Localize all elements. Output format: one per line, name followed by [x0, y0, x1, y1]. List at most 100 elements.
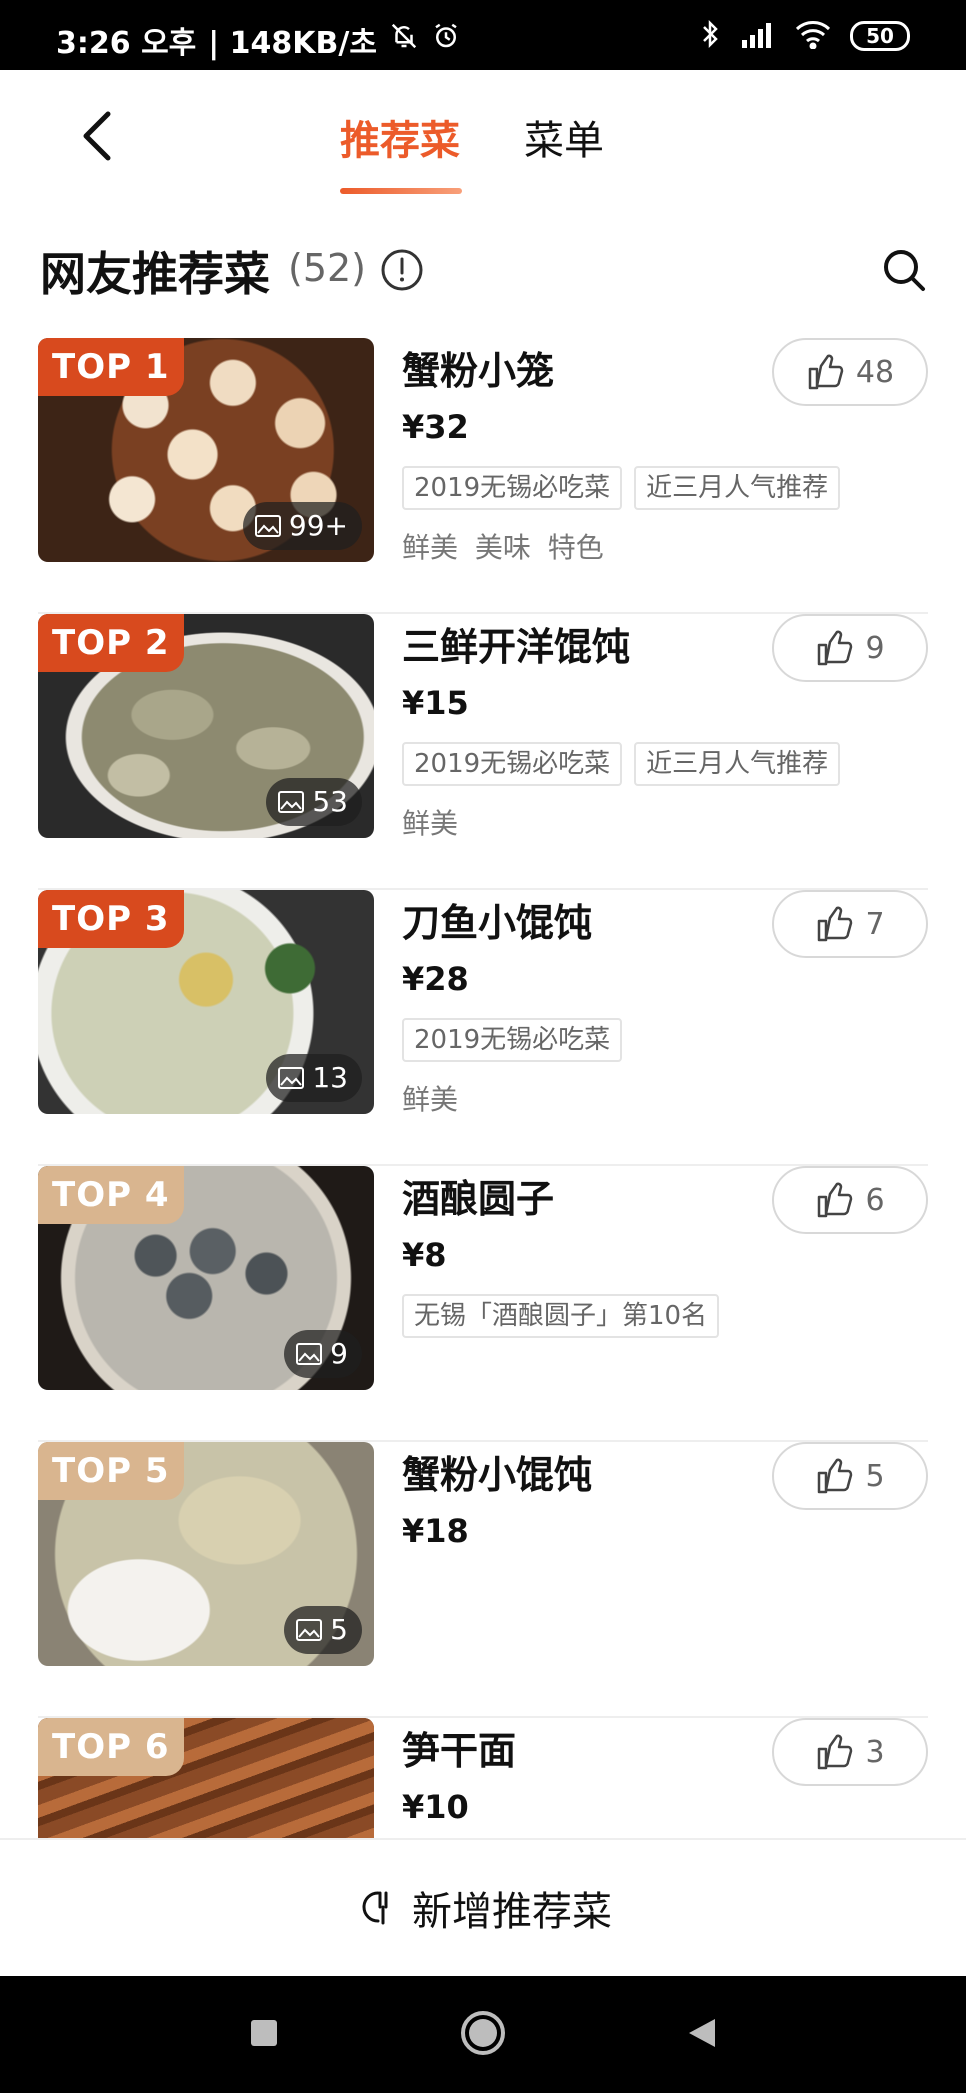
status-right: 50	[698, 18, 910, 54]
dish-photo[interactable]: TOP 3 13	[38, 890, 374, 1114]
dish-description: 鲜美	[402, 1083, 459, 1116]
dish-price: ¥32	[402, 408, 469, 446]
thumbs-up-icon	[818, 1734, 853, 1770]
photo-count: 99+	[288, 509, 348, 542]
dish-name[interactable]: 笋干面	[402, 1720, 516, 1775]
back-button[interactable]	[70, 106, 130, 166]
dish-name[interactable]: 刀鱼小馄饨	[402, 892, 592, 947]
image-icon	[296, 1343, 323, 1365]
section-header: 网友推荐菜 (52)	[0, 228, 966, 308]
image-icon	[278, 1067, 305, 1089]
tag: 无锡「酒酿圆子」第10名	[402, 1294, 720, 1338]
dish-name[interactable]: 三鲜开洋馄饨	[402, 616, 630, 671]
like-count: 5	[865, 1458, 885, 1494]
info-icon[interactable]	[380, 248, 424, 292]
tag-list: 无锡「酒酿圆子」第10名	[402, 1294, 720, 1338]
tab-recommended[interactable]: 推荐菜	[340, 108, 460, 166]
tag-list: 2019无锡必吃菜 近三月人气推荐	[402, 742, 841, 786]
nav-recent-button[interactable]	[249, 2018, 279, 2052]
like-count: 9	[865, 630, 885, 666]
like-button[interactable]: 48	[772, 338, 928, 406]
like-button[interactable]: 3	[772, 1718, 928, 1786]
dish-name[interactable]: 蟹粉小笼	[402, 340, 554, 395]
add-recommendation-label: 新增推荐菜	[412, 1889, 612, 1935]
tab-menu[interactable]: 菜单	[524, 108, 604, 166]
wifi-icon	[794, 19, 832, 53]
tab-active-indicator	[340, 188, 462, 194]
photo-count-badge: 13	[266, 1054, 362, 1102]
dish-price: ¥18	[402, 1512, 469, 1550]
like-button[interactable]: 9	[772, 614, 928, 682]
dish-description: 鲜美 美味 特色	[402, 531, 604, 564]
dish-price: ¥8	[402, 1236, 447, 1274]
dish-price: ¥28	[402, 960, 469, 998]
photo-count-badge: 99+	[242, 502, 362, 550]
alarm-icon	[431, 21, 461, 59]
rank-badge: TOP 3	[38, 890, 184, 948]
system-nav-bar	[0, 1976, 966, 2093]
dish-photo[interactable]: TOP 5 5	[38, 1442, 374, 1666]
nav-back-icon	[689, 2018, 715, 2047]
dish-price: ¥15	[402, 684, 469, 722]
photo-count-badge: 9	[284, 1330, 362, 1378]
like-count: 3	[865, 1734, 885, 1770]
add-recommendation-button[interactable]: 新增推荐菜	[0, 1838, 966, 1976]
tag-list: 2019无锡必吃菜 近三月人气推荐	[402, 466, 841, 510]
like-count: 48	[855, 354, 895, 390]
dish-row[interactable]: TOP 2 53 三鲜开洋馄饨 ¥15 2019无锡必吃菜 近三月人气推荐 鲜美…	[38, 614, 928, 890]
dish-photo[interactable]: TOP 2 53	[38, 614, 374, 838]
section-title: 网友推荐菜	[40, 247, 270, 301]
dish-row[interactable]: TOP 5 5 蟹粉小馄饨 ¥18 5	[38, 1442, 928, 1718]
tag: 2019无锡必吃菜	[402, 466, 623, 510]
thumbs-up-icon	[818, 1182, 853, 1218]
tag: 近三月人气推荐	[634, 466, 841, 510]
nav-home-button[interactable]	[459, 2009, 507, 2061]
dish-row[interactable]: TOP 1 99+ 蟹粉小笼 ¥32 2019无锡必吃菜 近三月人气推荐 鲜美 …	[38, 338, 928, 614]
photo-count: 5	[330, 1613, 348, 1646]
nav-back-button[interactable]	[687, 2017, 717, 2053]
section-count: (52)	[288, 246, 367, 290]
dish-name[interactable]: 酒酿圆子	[402, 1168, 554, 1223]
nav-recent-icon	[251, 2019, 277, 2046]
status-bar: 3:26 오후 | 148KB/초 50	[0, 0, 966, 70]
like-count: 6	[865, 1182, 885, 1218]
bluetooth-icon	[698, 18, 722, 54]
photo-count: 9	[330, 1337, 348, 1370]
photo-count-badge: 5	[284, 1606, 362, 1654]
tag-list: 2019无锡必吃菜	[402, 1018, 623, 1062]
header: 推荐菜 菜单	[0, 70, 966, 200]
rank-badge: TOP 6	[38, 1718, 184, 1776]
photo-count: 53	[312, 785, 348, 818]
dish-name[interactable]: 蟹粉小馄饨	[402, 1444, 592, 1499]
rank-badge: TOP 4	[38, 1166, 184, 1224]
like-count: 7	[865, 906, 885, 942]
tag: 近三月人气推荐	[634, 742, 841, 786]
thumbs-up-icon	[808, 354, 844, 390]
dish-photo[interactable]: TOP 1 99+	[38, 338, 374, 562]
add-dish-icon	[362, 1891, 388, 1925]
nav-home-icon	[461, 2010, 505, 2055]
status-time: 3:26 오후	[56, 26, 197, 61]
rank-badge: TOP 5	[38, 1442, 184, 1500]
tag: 2019无锡必吃菜	[402, 1018, 623, 1062]
tag: 2019无锡必吃菜	[402, 742, 623, 786]
image-icon	[254, 515, 281, 537]
thumbs-up-icon	[818, 1458, 853, 1494]
status-left: 3:26 오후 | 148KB/초	[56, 18, 461, 62]
dish-photo[interactable]: TOP 4 9	[38, 1166, 374, 1390]
signal-icon	[740, 20, 776, 52]
like-button[interactable]: 5	[772, 1442, 928, 1510]
thumbs-up-icon	[818, 906, 853, 942]
photo-count-badge: 53	[266, 778, 362, 826]
like-button[interactable]: 6	[772, 1166, 928, 1234]
image-icon	[278, 791, 305, 813]
search-icon[interactable]	[880, 246, 928, 294]
dish-row[interactable]: TOP 4 9 酒酿圆子 ¥8 无锡「酒酿圆子」第10名 6	[38, 1166, 928, 1442]
dish-description: 鲜美	[402, 807, 459, 840]
rank-badge: TOP 1	[38, 338, 184, 396]
photo-count: 13	[312, 1061, 348, 1094]
dish-list: TOP 1 99+ 蟹粉小笼 ¥32 2019无锡必吃菜 近三月人气推荐 鲜美 …	[0, 338, 966, 1994]
image-icon	[296, 1619, 323, 1641]
like-button[interactable]: 7	[772, 890, 928, 958]
dish-row[interactable]: TOP 3 13 刀鱼小馄饨 ¥28 2019无锡必吃菜 鲜美 7	[38, 890, 928, 1166]
